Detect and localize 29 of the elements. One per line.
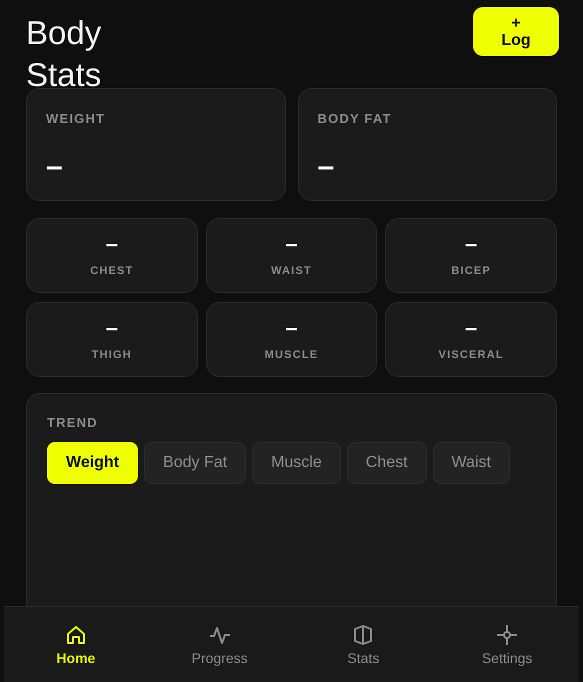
metric-value: – xyxy=(465,315,478,341)
metric-label: VISCERAL xyxy=(438,349,504,361)
metric-label: CHEST xyxy=(90,265,134,277)
metric-value: – xyxy=(106,315,118,341)
filter-chip[interactable]: Body Fat xyxy=(144,442,246,484)
metric-value: – xyxy=(106,231,118,257)
section-label: TREND xyxy=(47,415,99,430)
log-button[interactable]: + Log xyxy=(473,7,559,56)
metric-label: WAIST xyxy=(271,265,312,277)
metric-label: BICEP xyxy=(451,265,491,277)
metric-value: – xyxy=(465,231,478,257)
metric-value: – xyxy=(285,231,298,257)
nav-item[interactable]: Settings xyxy=(435,607,579,682)
nav-item[interactable]: Progress xyxy=(148,607,292,682)
filter-chip[interactable]: Waist xyxy=(432,442,510,484)
page-title: Body Stats xyxy=(26,13,102,95)
metric-value: – xyxy=(285,315,298,341)
stat-value: – xyxy=(46,150,63,184)
crosshair-icon xyxy=(495,623,520,647)
filter-chip[interactable]: Chest xyxy=(346,442,427,484)
stat-label: WEIGHT xyxy=(46,111,106,126)
metric-label: MUSCLE xyxy=(264,349,318,361)
filter-chip[interactable]: Muscle xyxy=(252,442,341,484)
nav-item[interactable]: Home xyxy=(4,607,148,682)
stat-value: – xyxy=(318,150,334,184)
stat-label: BODY FAT xyxy=(318,111,393,126)
filter-chip[interactable]: Weight xyxy=(47,442,138,484)
metric-label: THIGH xyxy=(92,349,132,361)
nav-item[interactable]: Stats xyxy=(292,607,436,682)
